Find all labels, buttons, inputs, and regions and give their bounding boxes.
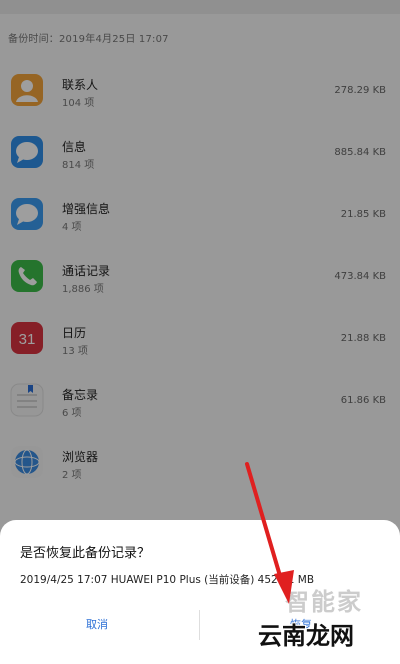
- dialog-backup-detail: 2019/4/25 17:07 HUAWEI P10 Plus (当前设备) 4…: [20, 574, 315, 586]
- cancel-button[interactable]: 取消: [86, 616, 108, 632]
- dialog-question: 是否恢复此备份记录？: [20, 546, 151, 561]
- watermark-top: 智能家: [285, 588, 363, 616]
- watermark-bottom: 云南龙网: [258, 622, 354, 650]
- button-divider: [199, 610, 200, 640]
